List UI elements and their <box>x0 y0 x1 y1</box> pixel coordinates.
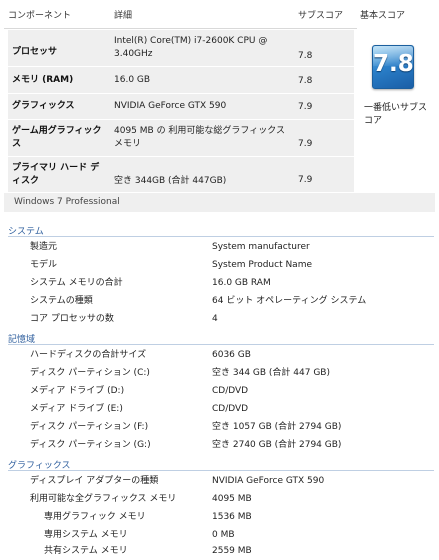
detail-row: ディスク パーティション (F:) 空き 1057 GB (合計 2794 GB) <box>0 418 439 436</box>
score-row-memory: メモリ (RAM) 16.0 GB 7.8 <box>8 66 354 94</box>
row-label: プロセッサ <box>12 47 58 57</box>
detail-label: ディスプレイ アダプターの種類 <box>30 476 159 486</box>
detail-value: 16.0 GB RAM <box>212 278 271 288</box>
detail-value: CD/DVD <box>212 404 249 414</box>
detail-label: 利用可能な全グラフィックス メモリ <box>30 494 177 504</box>
detail-row: コア プロセッサの数 4 <box>0 310 439 328</box>
detail-label: メディア ドライブ (D:) <box>30 386 125 396</box>
detail-label: ハードディスクの合計サイズ <box>30 350 147 360</box>
row-subscore: 7.8 <box>298 76 313 86</box>
detail-value: 空き 344 GB (合計 447 GB) <box>212 368 330 378</box>
base-score-caption: 一番低いサブスコア <box>364 103 428 126</box>
detail-value: 6036 GB <box>212 350 251 360</box>
score-row-graphics: グラフィックス NVIDIA GeForce GTX 590 7.9 <box>8 93 354 120</box>
os-edition-row: Windows 7 Professional <box>4 192 435 212</box>
detail-row: ディスク パーティション (G:) 空き 2740 GB (合計 2794 GB) <box>0 436 439 454</box>
detail-row: メディア ドライブ (E:) CD/DVD <box>0 400 439 418</box>
header-details: 詳細 <box>114 11 133 21</box>
detail-label: 製造元 <box>30 242 58 252</box>
row-details: 4095 MB の 利用可能な総グラフィックス メモリ <box>114 126 285 149</box>
row-subscore: 7.9 <box>298 175 313 185</box>
score-row-processor: プロセッサ Intel(R) Core(TM) i7-2600K CPU @ 3… <box>8 29 354 67</box>
detail-value: 4 <box>212 314 218 324</box>
detail-label: ディスク パーティション (C:) <box>30 368 150 378</box>
row-details: NVIDIA GeForce GTX 590 <box>114 101 227 111</box>
header-base-score: 基本スコア <box>360 11 406 21</box>
header-subscore: サブスコア <box>298 11 344 21</box>
score-row-primary-disk: プライマリ ハード ディスク 空き 344GB (合計 447GB) 7.9 <box>8 156 354 193</box>
detail-row: 専用グラフィック メモリ 1536 MB <box>0 508 439 526</box>
detail-row: メディア ドライブ (D:) CD/DVD <box>0 382 439 400</box>
detail-value: 1536 MB <box>212 512 252 522</box>
detail-row: ディスプレイ アダプターの種類 NVIDIA GeForce GTX 590 <box>0 472 439 490</box>
detail-label: モデル <box>30 260 58 270</box>
detail-label: コア プロセッサの数 <box>30 314 114 324</box>
detail-row: ハードディスクの合計サイズ 6036 GB <box>0 346 439 364</box>
section-rule <box>8 344 434 345</box>
row-label: ゲーム用グラフィックス <box>12 126 102 149</box>
header-component: コンポーネント <box>8 11 72 21</box>
base-score-badge-icon: 7.8 <box>372 45 414 89</box>
detail-value: NVIDIA GeForce GTX 590 <box>212 476 325 486</box>
detail-row: システム メモリの合計 16.0 GB RAM <box>0 274 439 292</box>
detail-value: 空き 2740 GB (合計 2794 GB) <box>212 440 342 450</box>
detail-value: System manufacturer <box>212 242 310 252</box>
score-row-gaming-graphics: ゲーム用グラフィックス 4095 MB の 利用可能な総グラフィックス メモリ … <box>8 119 354 157</box>
detail-value: 空き 1057 GB (合計 2794 GB) <box>212 422 342 432</box>
detail-row: 製造元 System manufacturer <box>0 238 439 256</box>
row-subscore: 7.8 <box>298 51 313 61</box>
score-panel: コンポーネント 詳細 サブスコア 基本スコア プロセッサ Intel(R) Co… <box>4 4 435 212</box>
score-rows: プロセッサ Intel(R) Core(TM) i7-2600K CPU @ 3… <box>8 29 354 192</box>
detail-value: System Product Name <box>212 260 313 270</box>
base-score-column: 7.8 一番低いサブスコア <box>358 29 435 192</box>
detail-row: システムの種類 64 ビット オペレーティング システム <box>0 292 439 310</box>
detail-row: モデル System Product Name <box>0 256 439 274</box>
detail-value: 4095 MB <box>212 494 252 504</box>
detail-value: 2559 MB <box>212 546 252 556</box>
row-subscore: 7.9 <box>298 139 313 149</box>
row-details: 空き 344GB (合計 447GB) <box>114 176 227 186</box>
detail-label: メディア ドライブ (E:) <box>30 404 123 414</box>
row-subscore: 7.9 <box>298 102 313 112</box>
row-label: プライマリ ハード ディスク <box>12 163 100 186</box>
os-edition: Windows 7 Professional <box>14 197 120 207</box>
row-label: メモリ (RAM) <box>12 75 74 85</box>
detail-label: システムの種類 <box>30 296 93 306</box>
row-details: 16.0 GB <box>114 75 151 85</box>
detail-value: CD/DVD <box>212 386 249 396</box>
row-label: グラフィックス <box>12 101 75 111</box>
detail-label: 共有システム メモリ <box>44 546 128 556</box>
detail-label: ディスク パーティション (G:) <box>30 440 151 450</box>
detail-label: ディスク パーティション (F:) <box>30 422 149 432</box>
detail-label: システム メモリの合計 <box>30 278 123 288</box>
detail-row: 利用可能な全グラフィックス メモリ 4095 MB <box>0 490 439 508</box>
detail-label: 専用グラフィック メモリ <box>44 512 146 522</box>
detail-row: ディスク パーティション (C:) 空き 344 GB (合計 447 GB) <box>0 364 439 382</box>
section-rule <box>8 236 434 237</box>
base-score-value: 7.8 <box>373 51 414 77</box>
row-details: Intel(R) Core(TM) i7-2600K CPU @ 3.40GHz <box>114 36 268 59</box>
detail-row: 共有システム メモリ 2559 MB <box>0 542 439 560</box>
section-rule <box>8 470 434 471</box>
detail-value: 64 ビット オペレーティング システム <box>212 296 367 306</box>
